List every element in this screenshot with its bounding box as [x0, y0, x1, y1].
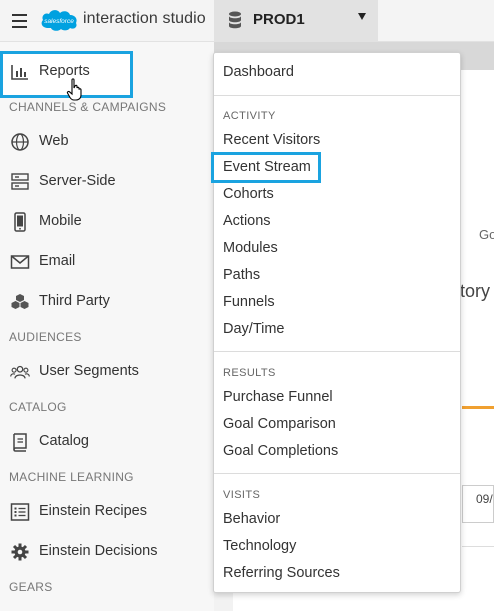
- sidebar-item-label: Catalog: [39, 433, 89, 449]
- bar-chart-icon: [11, 65, 28, 80]
- menu-item-recent-visitors[interactable]: Recent Visitors: [223, 132, 320, 148]
- sidebar-item-user-segments[interactable]: User Segments: [0, 352, 214, 392]
- sidebar-item-mobile[interactable]: Mobile: [0, 202, 214, 242]
- menu-item-behavior[interactable]: Behavior: [223, 511, 280, 527]
- hamburger-icon[interactable]: [6, 9, 32, 33]
- users-icon: [10, 365, 30, 379]
- section-channels-campaigns: CHANNELS & CAMPAIGNS: [9, 100, 167, 114]
- salesforce-logo: salesforce: [41, 10, 77, 31]
- sidebar-item-label: Email: [39, 253, 76, 269]
- menu-section-results: RESULTS: [223, 367, 276, 379]
- sidebar-item-einstein-recipes[interactable]: Einstein Recipes: [0, 492, 214, 532]
- database-icon: [229, 11, 241, 29]
- top-bar: salesforce interaction studio PROD1: [0, 0, 494, 42]
- caret-down-icon: [358, 13, 366, 20]
- menu-item-technology[interactable]: Technology: [223, 538, 296, 554]
- environment-selector[interactable]: PROD1: [214, 0, 378, 41]
- environment-label: PROD1: [253, 11, 305, 28]
- sidebar-item-label: Web: [39, 133, 69, 149]
- sidebar-item-label: Einstein Decisions: [39, 543, 158, 559]
- globe-icon: [11, 133, 29, 151]
- menu-item-goal-completions[interactable]: Goal Completions: [223, 443, 338, 459]
- sidebar-item-email[interactable]: Email: [0, 242, 214, 282]
- menu-divider: [214, 351, 460, 352]
- background-go-text: Go: [479, 227, 494, 242]
- menu-item-actions[interactable]: Actions: [223, 213, 271, 229]
- cubes-icon: [11, 294, 29, 309]
- sidebar-item-web[interactable]: Web: [0, 122, 214, 162]
- section-machine-learning: MACHINE LEARNING: [9, 470, 134, 484]
- reports-dropdown-menu: Dashboard ACTIVITY Recent Visitors Event…: [213, 52, 461, 593]
- list-icon: [10, 503, 30, 521]
- sidebar-item-catalog[interactable]: Catalog: [0, 422, 214, 462]
- background-heading-fragment: tory: [460, 281, 491, 301]
- menu-item-goal-comparison[interactable]: Goal Comparison: [223, 416, 336, 432]
- sidebar-item-label: Server-Side: [39, 173, 116, 189]
- menu-item-day-time[interactable]: Day/Time: [223, 321, 285, 337]
- background-date-text: 09/: [476, 492, 493, 506]
- gear-icon: [11, 543, 29, 561]
- section-audiences: AUDIENCES: [9, 330, 82, 344]
- menu-item-dashboard[interactable]: Dashboard: [223, 64, 294, 80]
- menu-item-referring-sources[interactable]: Referring Sources: [223, 565, 340, 581]
- sidebar-item-third-party[interactable]: Third Party: [0, 282, 214, 322]
- product-name: interaction studio: [83, 10, 206, 27]
- svg-text:salesforce: salesforce: [44, 18, 74, 25]
- sidebar-item-label: Third Party: [39, 293, 110, 309]
- menu-item-modules[interactable]: Modules: [223, 240, 278, 256]
- menu-divider: [214, 95, 460, 96]
- sidebar-item-label: Reports: [39, 63, 90, 79]
- server-icon: [11, 173, 29, 190]
- section-gears: GEARS: [9, 580, 53, 594]
- sidebar-item-label: Einstein Recipes: [39, 503, 147, 519]
- section-catalog: CATALOG: [9, 400, 67, 414]
- envelope-icon: [10, 255, 30, 269]
- menu-item-funnels[interactable]: Funnels: [223, 294, 275, 310]
- sidebar-item-label: User Segments: [39, 363, 139, 379]
- background-accent-line: [462, 406, 494, 409]
- menu-section-activity: ACTIVITY: [223, 110, 276, 122]
- menu-section-visits: VISITS: [223, 489, 261, 501]
- menu-item-paths[interactable]: Paths: [223, 267, 260, 283]
- sidebar-item-einstein-decisions[interactable]: Einstein Decisions: [0, 532, 214, 572]
- event-stream-highlight-box: [211, 152, 321, 183]
- sidebar-item-reports[interactable]: Reports: [0, 52, 214, 92]
- background-divider: [462, 546, 494, 547]
- menu-divider: [214, 473, 460, 474]
- mobile-phone-icon: [14, 212, 26, 232]
- sidebar-item-label: Mobile: [39, 213, 82, 229]
- menu-item-purchase-funnel[interactable]: Purchase Funnel: [223, 389, 333, 405]
- menu-item-cohorts[interactable]: Cohorts: [223, 186, 274, 202]
- book-icon: [13, 433, 27, 452]
- hand-cursor-icon: [66, 78, 82, 101]
- sidebar-item-server-side[interactable]: Server-Side: [0, 162, 214, 202]
